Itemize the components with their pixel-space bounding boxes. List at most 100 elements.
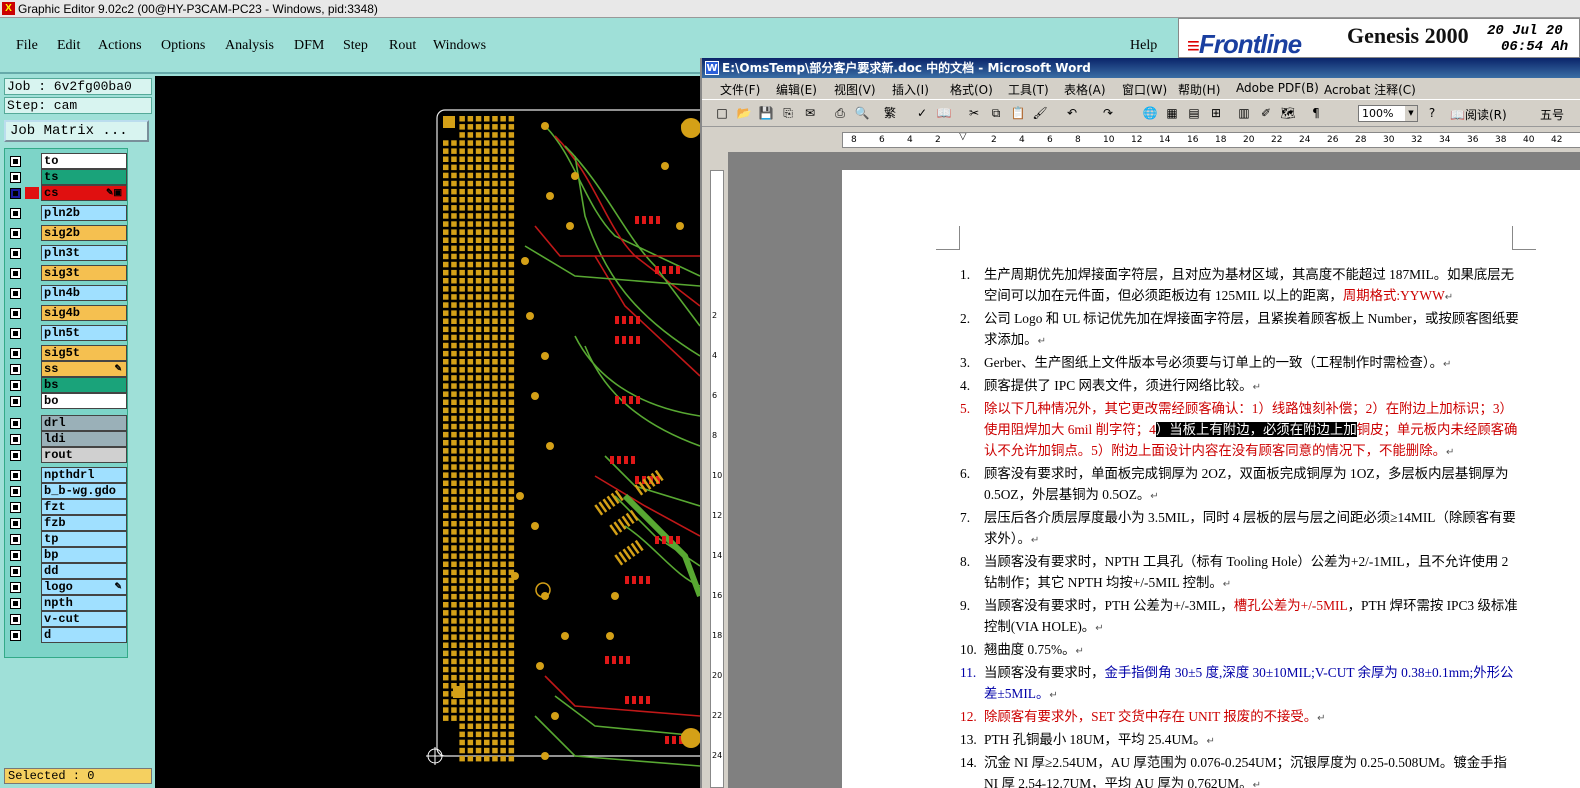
list-item[interactable]: 2. 公司 Logo 和 UL 标记优先加在焊接面字符层，且紧挨着顾客板上 Num… [960,308,1520,352]
layer-work-indicator[interactable] [25,247,39,259]
layer-display-checkbox[interactable] [10,348,21,359]
layer-name[interactable]: b_b-wg.gdo [41,483,127,499]
layer-display-checkbox[interactable] [10,518,21,529]
layer-work-indicator[interactable] [25,395,39,407]
layer-work-indicator[interactable] [25,287,39,299]
layer-row-bs[interactable]: bs [7,377,127,393]
layer-row-bp[interactable]: bp [7,547,127,563]
layer-name[interactable]: to [41,153,127,169]
list-item[interactable]: 5. 除以下几种情况外，其它更改需经顾客确认：1）线路蚀刻补偿；2）在附边上加标识… [960,398,1520,463]
layer-work-indicator[interactable] [25,327,39,339]
layer-display-checkbox[interactable] [10,502,21,513]
layer-work-indicator[interactable] [25,565,39,577]
layer-row-v-cut[interactable]: v-cut [7,611,127,627]
list-item[interactable]: 7. 层压后各介质层厚度最小为 3.5MIL，同时 4 层板的层与层之间距必须≥1… [960,507,1520,551]
layer-name[interactable]: cs ✎▣ [41,185,127,201]
list-item[interactable]: 1. 生产周期优先加焊接面字符层，且对应为基材区域，其高度不能超过 187MIL。… [960,264,1520,308]
menu-dfm[interactable]: DFM [294,38,324,54]
layer-name[interactable]: drl [41,415,127,431]
menu-file[interactable]: File [16,38,38,54]
save-icon[interactable]: 💾 [758,105,774,121]
list-item[interactable]: 14. 沉金 NI 厚≥2.54UM，AU 厚范围为 0.076-0.254UM；… [960,752,1520,788]
cut-icon[interactable]: ✂ [966,105,982,121]
layer-row-pln5t[interactable]: pln5t [7,325,127,341]
word-titlebar[interactable]: W E:\OmsTemp\部分客户要求新.doc 中的文档 - Microsof… [702,58,1580,78]
layer-display-checkbox[interactable] [10,228,21,239]
layer-name[interactable]: d [41,627,127,643]
paste-icon[interactable]: 📋 [1010,105,1026,121]
layer-display-checkbox[interactable] [10,380,21,391]
menu-analysis[interactable]: Analysis [225,38,274,54]
layer-display-checkbox[interactable] [10,630,21,641]
word-menu-insert[interactable]: 插入(I) [892,81,929,98]
layer-name[interactable]: fzt [41,499,127,515]
word-menu-format[interactable]: 格式(O) [950,81,993,98]
layer-row-pln2b[interactable]: pln2b [7,205,127,221]
layer-display-checkbox[interactable] [10,268,21,279]
layer-row-npthdrl[interactable]: npthdrl [7,467,127,483]
word-menu-help[interactable]: 帮助(H) [1178,81,1220,98]
layer-row-fzt[interactable]: fzt [7,499,127,515]
layer-row-fzb[interactable]: fzb [7,515,127,531]
tables-borders-icon[interactable]: ▦ [1164,105,1180,121]
help-icon[interactable]: ? [1424,105,1440,121]
layer-row-ldi[interactable]: ldi [7,431,127,447]
list-item[interactable]: 13. PTH 孔铜最小 18UM，平均 25.4UM。↵ [960,729,1520,752]
word-menu-table[interactable]: 表格(A) [1064,81,1106,98]
menu-windows[interactable]: Windows [433,38,486,54]
layer-row-rout[interactable]: rout [7,447,127,463]
layer-name[interactable]: sig2b [41,225,127,241]
layer-display-checkbox[interactable] [10,450,21,461]
read-button[interactable]: 📖阅读(R) [1450,106,1507,123]
layer-name[interactable]: bs [41,377,127,393]
layer-display-checkbox[interactable] [10,172,21,183]
layer-work-indicator[interactable] [25,379,39,391]
layer-display-checkbox[interactable] [10,470,21,481]
layer-work-indicator[interactable] [25,227,39,239]
layer-display-checkbox[interactable] [10,364,21,375]
layer-work-indicator[interactable] [25,581,39,593]
format-painter-icon[interactable]: 🖌 [1032,105,1048,121]
layer-work-indicator[interactable] [25,501,39,513]
layer-name[interactable]: pln2b [41,205,127,221]
open-folder-icon[interactable]: 📂 [736,105,752,121]
layer-row-ss[interactable]: ss ✎ [7,361,127,377]
copy-icon[interactable]: ⧉ [988,105,1004,121]
menu-options[interactable]: Options [161,38,205,54]
layer-display-checkbox[interactable] [10,550,21,561]
layer-work-indicator[interactable] [25,469,39,481]
layer-row-pln4b[interactable]: pln4b [7,285,127,301]
layer-name[interactable]: sig3t [41,265,127,281]
menu-actions[interactable]: Actions [98,38,142,54]
layer-row-sig5t[interactable]: sig5t [7,345,127,361]
layer-name[interactable]: pln3t [41,245,127,261]
layer-name[interactable]: fzb [41,515,127,531]
layer-work-indicator[interactable] [25,629,39,641]
indent-marker-icon[interactable]: ▽ [959,133,967,142]
columns-icon[interactable]: ▥ [1236,105,1252,121]
layer-name[interactable]: bp [41,547,127,563]
layer-work-indicator[interactable] [25,433,39,445]
layer-row-bo[interactable]: bo [7,393,127,409]
layer-display-checkbox[interactable] [10,598,21,609]
drawing-icon[interactable]: ✐ [1258,105,1274,121]
layer-display-checkbox[interactable] [10,248,21,259]
list-item[interactable]: 11. 当顾客没有要求时，金手指倒角 30±5 度,深度 30±10MIL;V-C… [960,662,1520,706]
layer-work-indicator[interactable] [25,449,39,461]
layer-display-checkbox[interactable] [10,328,21,339]
layer-work-indicator[interactable] [25,597,39,609]
layer-name[interactable]: sig4b [41,305,127,321]
layer-name[interactable]: ss ✎ [41,361,127,377]
document-map-icon[interactable]: 🗺 [1280,105,1296,121]
layer-row-tp[interactable]: tp [7,531,127,547]
layer-work-indicator[interactable] [25,549,39,561]
document-area[interactable]: 1. 生产周期优先加焊接面字符层，且对应为基材区域，其高度不能超过 187MIL。… [728,152,1580,788]
list-item[interactable]: 3. Gerber、生产图纸上文件版本号必须要与订单上的一致（工程制作时需检查）。… [960,352,1520,375]
layer-name[interactable]: sig5t [41,345,127,361]
layer-work-indicator[interactable] [25,363,39,375]
word-menu-file[interactable]: 文件(F) [720,81,760,98]
word-menu-adobe-pdf[interactable]: Adobe PDF(B) [1236,81,1319,95]
layer-row-dd[interactable]: dd [7,563,127,579]
new-document-icon[interactable]: □ [714,105,730,121]
print-preview-icon[interactable]: 🔍 [854,105,870,121]
